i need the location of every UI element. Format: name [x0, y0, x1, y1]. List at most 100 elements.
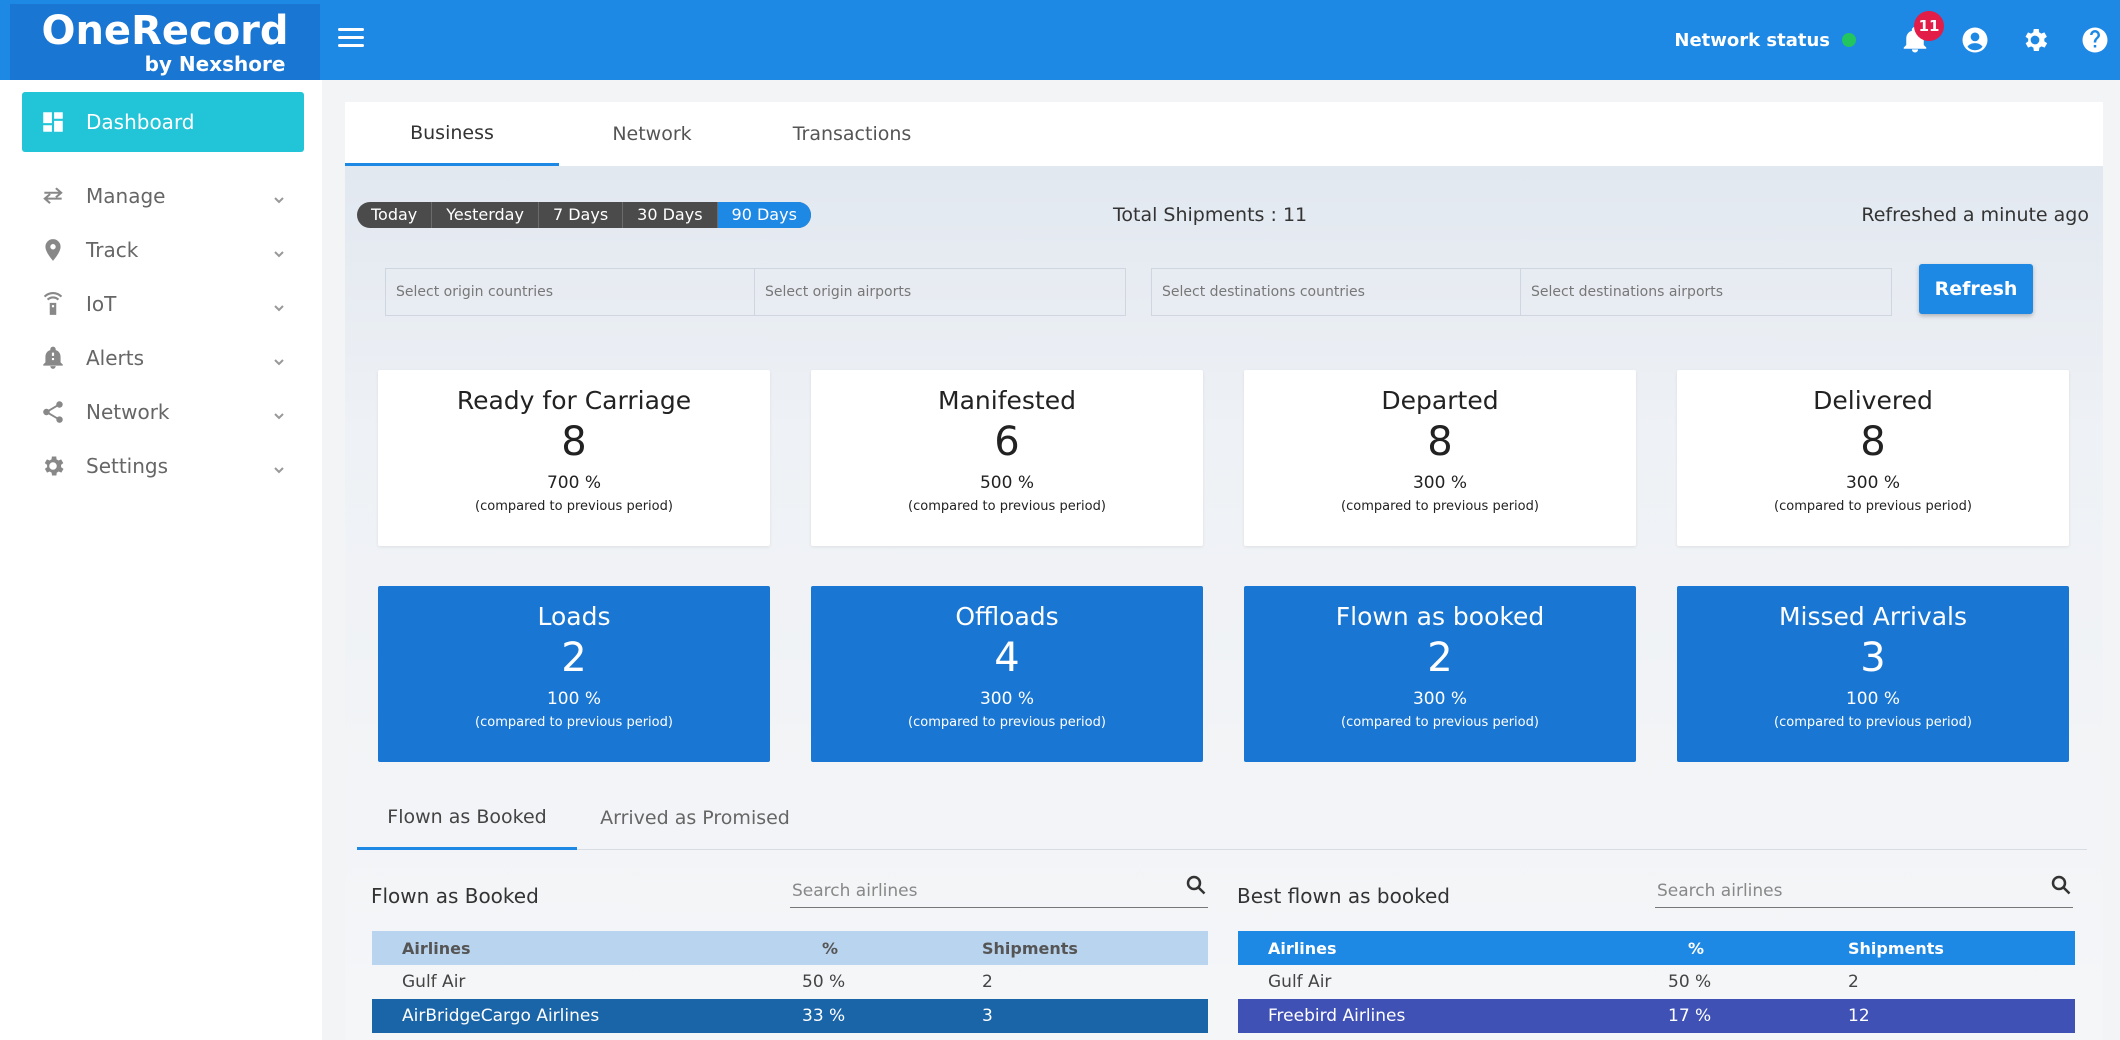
notifications-button[interactable]: 11 — [1898, 11, 1944, 57]
sidebar-item-network[interactable]: Network — [22, 382, 304, 442]
table-row[interactable]: Gulf Air 50 % 2 — [1238, 965, 2075, 999]
airline-cell: AirBridgeCargo Airlines — [372, 999, 802, 1033]
total-shipments-value: 11 — [1282, 204, 1308, 226]
help-button[interactable] — [2078, 23, 2112, 57]
sidebar-item-dashboard[interactable]: Dashboard — [22, 92, 304, 152]
metric-card[interactable]: Offloads 4 300 % (compared to previous p… — [811, 586, 1203, 762]
percent-cell: 50 % — [802, 972, 846, 992]
status-card[interactable]: Delivered 8 300 % (compared to previous … — [1677, 370, 2069, 546]
card-percent: 300 % — [1412, 473, 1467, 493]
gear-icon — [2025, 29, 2048, 51]
chevron-down-icon — [272, 242, 286, 258]
origin-airports-select[interactable] — [754, 268, 1126, 316]
card-percent: 300 % — [979, 689, 1034, 709]
settings-button[interactable] — [2018, 23, 2052, 57]
card-title: Departed — [1381, 386, 1499, 415]
tab-transactions[interactable]: Transactions — [745, 102, 959, 166]
refreshed-timestamp: Refreshed a minute ago — [1861, 204, 2089, 226]
percent-cell: 33 % — [802, 999, 982, 1033]
top-bar: OneRecord by Nexshore Network status 11 — [0, 0, 2120, 84]
card-percent: 300 % — [1845, 473, 1900, 493]
card-value: 4 — [994, 635, 1020, 681]
airline-cell: Gulf Air — [402, 972, 466, 992]
period-yesterday[interactable]: Yesterday — [432, 202, 539, 228]
menu-toggle-icon[interactable] — [338, 28, 364, 50]
search-icon[interactable] — [1185, 874, 1207, 896]
card-compare-note: (compared to previous period) — [1774, 715, 1972, 730]
sidebar-item-label: Dashboard — [86, 110, 195, 134]
chevron-down-icon — [272, 404, 286, 420]
network-status-indicator — [1842, 33, 1856, 47]
tab-flown-as-booked[interactable]: Flown as Booked — [357, 786, 577, 850]
card-compare-note: (compared to previous period) — [475, 499, 673, 514]
period-90-days[interactable]: 90 Days — [717, 202, 811, 228]
table-header-row: Airlines % Shipments — [372, 931, 1208, 965]
sidebar-item-label: Settings — [86, 454, 169, 478]
period-7-days[interactable]: 7 Days — [539, 202, 624, 228]
card-value: 8 — [1860, 419, 1886, 465]
tab-arrived-as-promised[interactable]: Arrived as Promised — [577, 786, 813, 850]
performance-tabs: Flown as Booked Arrived as Promised — [357, 786, 2087, 850]
table-row[interactable]: AirBridgeCargo Airlines 33 % 3 — [372, 999, 1208, 1033]
sidebar-item-alerts[interactable]: Alerts — [22, 328, 304, 388]
sidebar-item-manage[interactable]: Manage — [22, 166, 304, 226]
card-value: 8 — [561, 419, 587, 465]
sidebar: Dashboard Manage Track IoT Alerts Networ… — [0, 80, 322, 1040]
sidebar-item-iot[interactable]: IoT — [22, 274, 304, 334]
brand-name: OneRecord — [41, 8, 289, 54]
column-header-shipments[interactable]: Shipments — [1848, 931, 2075, 965]
shipments-cell: 2 — [982, 972, 993, 992]
tab-business[interactable]: Business — [345, 102, 559, 166]
refresh-button[interactable]: Refresh — [1919, 264, 2033, 314]
table-row[interactable]: Freebird Airlines 17 % 12 — [1238, 999, 2075, 1033]
status-card[interactable]: Ready for Carriage 8 700 % (compared to … — [378, 370, 770, 546]
card-percent: 100 % — [1845, 689, 1900, 709]
account-button[interactable] — [1958, 23, 1992, 57]
brand-logo[interactable]: OneRecord by Nexshore — [10, 4, 320, 84]
percent-cell: 17 % — [1668, 999, 1848, 1033]
card-title: Offloads — [955, 602, 1059, 631]
tab-network[interactable]: Network — [559, 102, 745, 166]
search-airlines-input[interactable] — [1655, 874, 2073, 908]
shipments-cell: 2 — [1848, 972, 1859, 992]
header-tools: Network status 11 — [1674, 0, 2120, 80]
sidebar-item-label: Manage — [86, 184, 166, 208]
best-flown-as-booked-table: Airlines % Shipments Gulf Air 50 % 2 Fre… — [1238, 931, 2075, 1033]
destination-countries-select[interactable] — [1151, 268, 1521, 316]
destination-airports-select[interactable] — [1520, 268, 1892, 316]
origin-countries-select[interactable] — [385, 268, 755, 316]
iot-sensor-icon — [38, 289, 68, 319]
sidebar-item-settings[interactable]: Settings — [22, 436, 304, 496]
status-card[interactable]: Manifested 6 500 % (compared to previous… — [811, 370, 1203, 546]
search-icon[interactable] — [2050, 874, 2072, 896]
status-card[interactable]: Departed 8 300 % (compared to previous p… — [1244, 370, 1636, 546]
notifications-badge: 11 — [1914, 11, 1944, 41]
table-header-row: Airlines % Shipments — [1238, 931, 2075, 965]
metric-card[interactable]: Missed Arrivals 3 100 % (compared to pre… — [1677, 586, 2069, 762]
metric-card[interactable]: Flown as booked 2 300 % (compared to pre… — [1244, 586, 1636, 762]
column-header-airlines[interactable]: Airlines — [1238, 931, 1668, 965]
column-header-shipments[interactable]: Shipments — [982, 931, 1208, 965]
card-title: Loads — [537, 602, 611, 631]
main-tabs: Business Network Transactions — [345, 102, 2103, 166]
column-header-airlines[interactable]: Airlines — [372, 931, 802, 965]
metric-card[interactable]: Loads 2 100 % (compared to previous peri… — [378, 586, 770, 762]
period-30-days[interactable]: 30 Days — [623, 202, 718, 228]
column-header-percent[interactable]: % — [1668, 931, 1848, 965]
period-today[interactable]: Today — [357, 202, 433, 228]
brand-subtitle: by Nexshore — [144, 52, 286, 76]
table-row[interactable]: Gulf Air 50 % 2 — [372, 965, 1208, 999]
card-value: 6 — [994, 419, 1020, 465]
share-network-icon — [38, 397, 68, 427]
network-status-label: Network status — [1674, 29, 1830, 51]
chevron-down-icon — [272, 296, 286, 312]
shipments-cell: 12 — [1848, 999, 2075, 1033]
card-title: Manifested — [938, 386, 1076, 415]
sidebar-item-track[interactable]: Track — [22, 220, 304, 280]
search-airlines-input[interactable] — [790, 874, 1208, 908]
total-shipments-label: Total Shipments : — [1113, 204, 1277, 226]
column-header-percent[interactable]: % — [802, 931, 982, 965]
swap-arrows-icon — [38, 181, 68, 211]
card-percent: 700 % — [546, 473, 601, 493]
card-percent: 300 % — [1412, 689, 1467, 709]
